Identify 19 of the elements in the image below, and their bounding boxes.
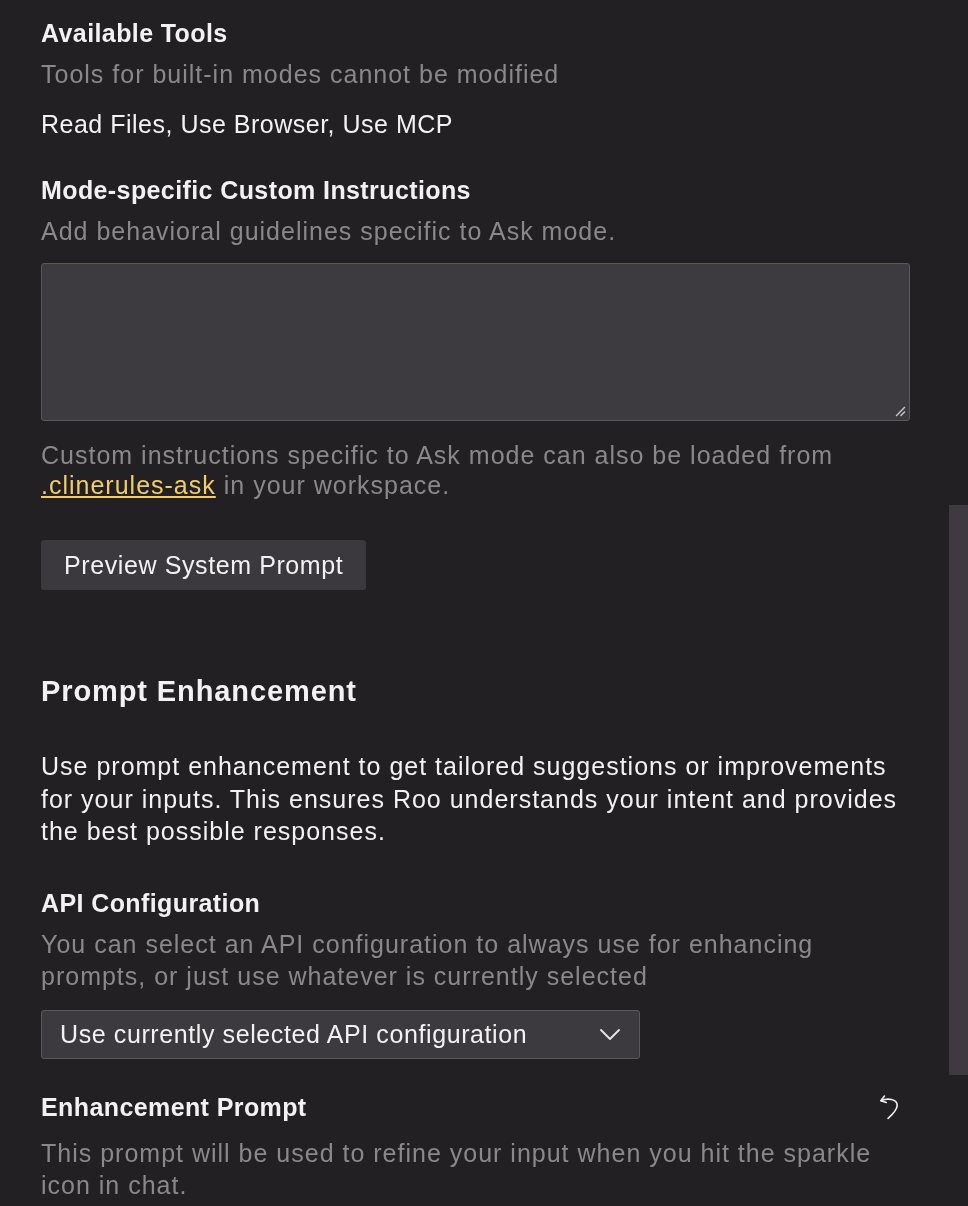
section-description: Tools for built-in modes cannot be modified [41,59,560,90]
chevron-down-icon [600,1028,620,1040]
section-paragraph: Use prompt enhancement to get tailored suggestions or improvements for your inputs. This ensures Roo understands your intent and provides the best possible responses. [41,751,899,847]
tools-list: Read Files, Use Browser, Use MCP [41,108,453,140]
section-title: Available Tools [41,18,228,49]
custom-instructions-note: Custom instructions specific to Ask mode can also be loaded from .clinerules-ask in your workspace. [41,440,835,500]
undo-icon[interactable] [879,1093,899,1120]
clinerules-link[interactable]: .clinerules-ask [41,471,216,499]
api-configuration-dropdown[interactable]: Use currently selected API configuration [41,1009,640,1059]
resize-grip-icon[interactable] [895,406,906,417]
section-title: API Configuration [41,887,261,919]
scrollbar-thumb[interactable] [949,505,968,1075]
section-title: Mode-specific Custom Instructions [41,175,471,206]
section-description: This prompt will be used to refine your input when you hit the sparkle icon in chat. [41,1137,873,1201]
section-heading: Prompt Enhancement [41,674,357,709]
section-description: You can select an API configuration to always use for enhancing prompts, or just use whatever is currently selected [41,928,815,992]
section-description: Add behavioral guidelines specific to Ask mode. [41,216,617,247]
preview-system-prompt-button[interactable]: Preview System Prompt [41,540,367,590]
section-title: Enhancement Prompt [41,1091,307,1123]
